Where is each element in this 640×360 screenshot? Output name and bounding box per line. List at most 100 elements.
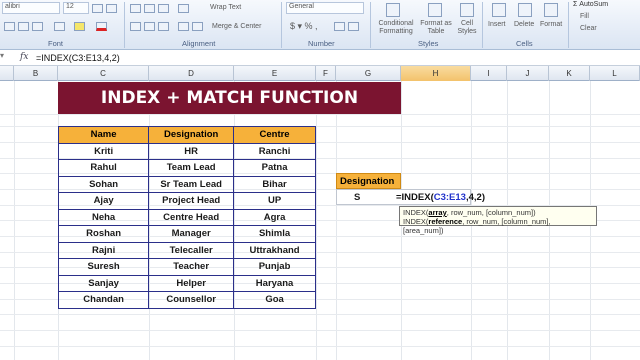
column-header-selected[interactable]: H xyxy=(401,66,471,81)
font-color-icon[interactable] xyxy=(96,22,107,31)
fill-button[interactable]: Fill xyxy=(580,13,589,20)
number-group-label: Number xyxy=(308,39,335,48)
table-cell[interactable]: Counsellor xyxy=(148,291,235,309)
table-cell[interactable]: Sanjay xyxy=(57,274,150,292)
table-cell[interactable]: Teacher xyxy=(148,258,235,276)
table-cell[interactable]: Shimla xyxy=(233,225,316,243)
table-cell[interactable]: Ranchi xyxy=(233,142,316,160)
tooltip-line-reference[interactable]: INDEX(reference, row_num, [column_num], … xyxy=(403,217,593,235)
italic-icon[interactable] xyxy=(18,22,29,31)
tooltip-line-array[interactable]: INDEX(array, row_num, [column_num]) xyxy=(403,208,593,217)
wrap-text-button[interactable]: Wrap Text xyxy=(210,4,241,11)
table-header-row: Name Designation Centre xyxy=(57,126,316,144)
column-header[interactable]: K xyxy=(549,66,590,81)
select-all-corner[interactable] xyxy=(0,66,14,81)
table-cell[interactable]: Punjab xyxy=(233,258,316,276)
column-header[interactable]: I xyxy=(471,66,507,81)
insert-cells-icon[interactable] xyxy=(492,3,506,17)
cell-styles-button[interactable]: Cell Styles xyxy=(454,20,480,36)
number-format-box[interactable]: General xyxy=(286,2,364,14)
align-left-icon[interactable] xyxy=(130,22,141,31)
font-name-box[interactable]: alibri xyxy=(2,2,60,14)
column-header[interactable]: F xyxy=(316,66,336,81)
clear-button[interactable]: Clear xyxy=(580,25,597,32)
decrease-indent-icon[interactable] xyxy=(178,22,189,31)
ribbon-separator xyxy=(281,2,282,48)
column-header[interactable]: G xyxy=(336,66,401,81)
table-cell[interactable]: Bihar xyxy=(233,175,316,193)
align-bottom-icon[interactable] xyxy=(158,4,169,13)
table-row: Sohan Sr Team Lead Bihar xyxy=(57,175,316,193)
conditional-formatting-button[interactable]: Conditional Formatting xyxy=(374,20,418,36)
table-cell[interactable]: Goa xyxy=(233,291,316,309)
table-cell[interactable]: Patna xyxy=(233,159,316,177)
merge-center-button[interactable]: Merge & Center xyxy=(212,23,261,30)
formula-input[interactable]: =INDEX(C3:E13,4,2) xyxy=(36,53,120,63)
table-cell[interactable]: Suresh xyxy=(57,258,150,276)
data-table: Name Designation Centre Kriti HR Ranchi … xyxy=(57,126,316,309)
header-cell[interactable]: Centre xyxy=(233,126,316,144)
align-right-icon[interactable] xyxy=(158,22,169,31)
table-cell[interactable]: Chandan xyxy=(57,291,150,309)
table-row: Sanjay Helper Haryana xyxy=(57,274,316,292)
ribbon-separator xyxy=(124,2,125,48)
header-cell[interactable]: Designation xyxy=(148,126,235,144)
orientation-icon[interactable] xyxy=(178,4,189,13)
table-cell[interactable]: Rahul xyxy=(57,159,150,177)
decrease-decimal-icon[interactable] xyxy=(348,22,359,31)
table-cell[interactable]: Telecaller xyxy=(148,241,235,259)
table-cell[interactable]: Uttrakhand xyxy=(233,241,316,259)
table-cell[interactable]: Haryana xyxy=(233,274,316,292)
table-cell[interactable]: Manager xyxy=(148,225,235,243)
table-cell[interactable]: Helper xyxy=(148,274,235,292)
format-as-table-icon[interactable] xyxy=(428,3,442,17)
align-center-icon[interactable] xyxy=(144,22,155,31)
font-size-box[interactable]: 12 xyxy=(63,2,89,14)
table-cell[interactable]: Project Head xyxy=(148,192,235,210)
column-header[interactable]: D xyxy=(149,66,234,81)
table-cell[interactable]: Rajni xyxy=(57,241,150,259)
insert-button[interactable]: Insert xyxy=(488,21,506,28)
fill-color-icon[interactable] xyxy=(74,22,85,31)
designation-label-cell[interactable]: Designation xyxy=(336,173,401,189)
autosum-button[interactable]: Σ AutoSum xyxy=(573,1,608,8)
column-header[interactable]: C xyxy=(58,66,149,81)
table-cell[interactable]: Roshan xyxy=(57,225,150,243)
format-button[interactable]: Format xyxy=(540,21,562,28)
align-middle-icon[interactable] xyxy=(144,4,155,13)
column-header[interactable]: J xyxy=(507,66,549,81)
format-as-table-button[interactable]: Format as Table xyxy=(420,20,452,36)
table-cell[interactable]: HR xyxy=(148,142,235,160)
cell-styles-icon[interactable] xyxy=(460,3,474,17)
active-cell-formula[interactable]: =INDEX(C3:E13,4,2) xyxy=(396,192,485,203)
table-cell[interactable]: Kriti xyxy=(57,142,150,160)
grow-font-icon[interactable] xyxy=(92,4,103,13)
insert-function-icon[interactable]: fx xyxy=(20,52,28,62)
header-cell[interactable]: Name xyxy=(57,126,150,144)
border-icon[interactable] xyxy=(54,22,65,31)
bold-icon[interactable] xyxy=(4,22,15,31)
table-cell[interactable]: Ajay xyxy=(57,192,150,210)
delete-button[interactable]: Delete xyxy=(514,21,534,28)
table-cell[interactable]: Agra xyxy=(233,208,316,226)
increase-indent-icon[interactable] xyxy=(192,22,203,31)
column-header[interactable]: L xyxy=(590,66,640,81)
shrink-font-icon[interactable] xyxy=(106,4,117,13)
increase-decimal-icon[interactable] xyxy=(334,22,345,31)
table-cell[interactable]: Neha xyxy=(57,208,150,226)
column-header[interactable]: E xyxy=(234,66,316,81)
currency-icon[interactable]: $ ▾ % , xyxy=(290,21,318,32)
table-cell[interactable]: Team Lead xyxy=(148,159,235,177)
name-box[interactable]: ▾ xyxy=(0,51,14,65)
format-cells-icon[interactable] xyxy=(544,3,558,17)
underline-icon[interactable] xyxy=(32,22,43,31)
column-header[interactable]: B xyxy=(14,66,58,81)
conditional-formatting-icon[interactable] xyxy=(386,3,400,17)
table-cell[interactable]: Sr Team Lead xyxy=(148,175,235,193)
table-cell[interactable]: Sohan xyxy=(57,175,150,193)
table-cell[interactable]: UP xyxy=(233,192,316,210)
table-cell[interactable]: Centre Head xyxy=(148,208,235,226)
align-top-icon[interactable] xyxy=(130,4,141,13)
delete-cells-icon[interactable] xyxy=(518,3,532,17)
lookup-cell[interactable]: S xyxy=(354,192,360,203)
